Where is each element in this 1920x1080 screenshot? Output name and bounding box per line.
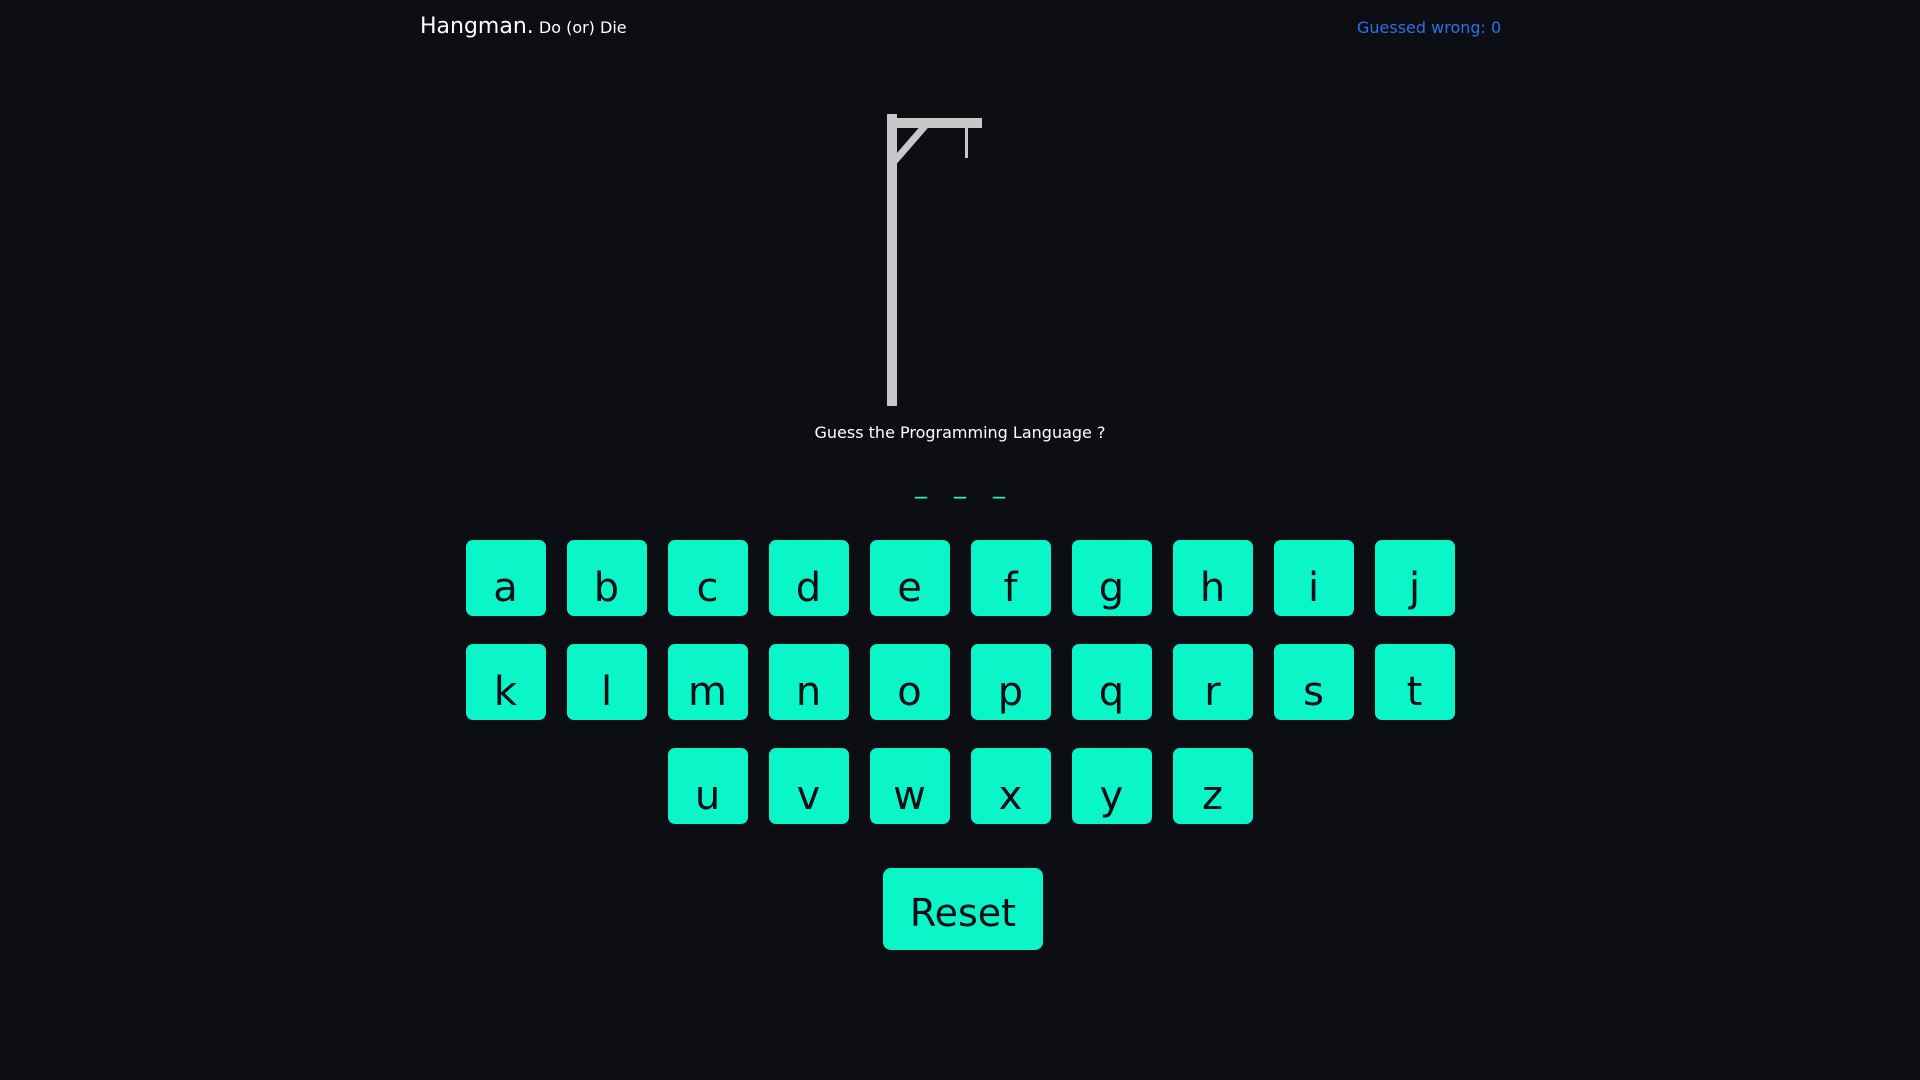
question-text: Guess the Programming Language ? [814,423,1106,442]
key-w[interactable]: w [869,748,950,824]
keyboard-row-2: k l m n o p q r s t [0,644,1920,720]
key-k[interactable]: k [465,644,546,720]
key-c[interactable]: c [667,540,748,616]
key-g[interactable]: g [1071,540,1152,616]
letter-blank: _ [915,471,927,499]
key-u[interactable]: u [667,748,748,824]
key-d[interactable]: d [768,540,849,616]
key-e[interactable]: e [869,540,950,616]
key-j[interactable]: j [1374,540,1455,616]
key-f[interactable]: f [970,540,1051,616]
letter-blank: _ [993,471,1005,499]
key-b[interactable]: b [566,540,647,616]
keyboard-row-1: a b c d e f g h i j [0,540,1920,616]
key-l[interactable]: l [566,644,647,720]
gallows-rope [965,126,968,158]
key-r[interactable]: r [1172,644,1253,720]
key-z[interactable]: z [1172,748,1253,824]
key-x[interactable]: x [970,748,1051,824]
key-t[interactable]: t [1374,644,1455,720]
letter-keyboard: a b c d e f g h i j k l m n o p q r s t … [0,540,1920,852]
key-v[interactable]: v [768,748,849,824]
title-subtitle: Do (or) Die [538,18,627,37]
letter-blank: _ [954,471,966,499]
word-blanks: _ _ _ [0,470,1920,500]
key-a[interactable]: a [465,540,546,616]
key-y[interactable]: y [1071,748,1152,824]
key-h[interactable]: h [1172,540,1253,616]
title-main: Hangman. [420,14,534,39]
key-s[interactable]: s [1273,644,1354,720]
gallows-drawing [887,114,982,406]
key-m[interactable]: m [667,644,748,720]
key-i[interactable]: i [1273,540,1354,616]
keyboard-row-3: u v w x y z [0,748,1920,824]
hangman-page: Hangman. Do (or) Die Guessed wrong: 0 Gu… [0,0,1920,1080]
app-title: Hangman. Do (or) Die [420,14,627,39]
key-o[interactable]: o [869,644,950,720]
key-p[interactable]: p [970,644,1051,720]
wrong-guess-counter: Guessed wrong: 0 [1357,18,1502,37]
reset-button[interactable]: Reset [883,868,1043,950]
key-n[interactable]: n [768,644,849,720]
key-q[interactable]: q [1071,644,1152,720]
